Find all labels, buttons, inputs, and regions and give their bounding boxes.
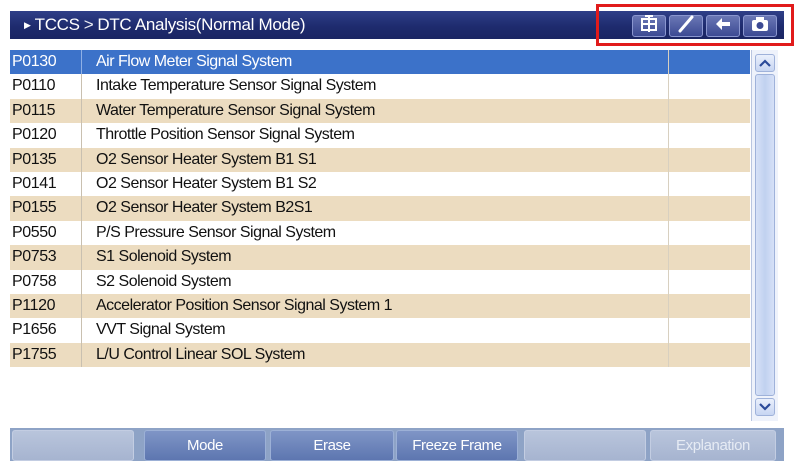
column-divider — [668, 293, 669, 319]
toolbar-highlight-box — [596, 4, 794, 46]
dtc-code: P0141 — [10, 171, 82, 197]
dtc-row[interactable]: P0550 P/S Pressure Sensor Signal System — [10, 220, 750, 246]
function-button-bar: Mode Erase Freeze Frame Explanation — [10, 428, 784, 461]
dtc-code: P0115 — [10, 98, 82, 124]
breadcrumb-separator: > — [83, 15, 94, 34]
scroll-thumb[interactable] — [755, 74, 775, 396]
page-title: DTC Analysis(Normal Mode) — [97, 15, 306, 34]
column-divider — [668, 123, 669, 148]
dtc-code: P0758 — [10, 269, 82, 294]
dtc-code: P0110 — [10, 74, 82, 99]
dtc-row[interactable]: P0115 Water Temperature Sensor Signal Sys… — [10, 98, 750, 124]
dtc-row[interactable]: P1120 Accelerator Position Sensor Signal … — [10, 293, 750, 319]
freeze-frame-button[interactable]: Freeze Frame — [396, 430, 518, 461]
dtc-code: P1755 — [10, 342, 82, 368]
scrollbar[interactable] — [751, 50, 778, 421]
dtc-code: P0130 — [10, 50, 82, 75]
dtc-description: S1 Solenoid System — [96, 248, 232, 266]
dtc-code: P0753 — [10, 245, 82, 270]
column-divider — [668, 342, 669, 368]
breadcrumb-arrow-icon: ▶ — [24, 20, 31, 30]
dtc-code: P0550 — [10, 220, 82, 246]
column-divider — [668, 147, 669, 172]
dtc-code: P1120 — [10, 293, 82, 319]
dtc-description: Water Temperature Sensor Signal System — [96, 101, 375, 119]
dtc-code: P1656 — [10, 318, 82, 343]
column-divider — [668, 269, 669, 294]
scroll-up-button[interactable] — [755, 54, 775, 72]
blank-function-button-2 — [524, 430, 646, 461]
column-divider — [668, 98, 669, 124]
dtc-code: P0135 — [10, 147, 82, 172]
column-divider — [668, 245, 669, 270]
breadcrumb-root[interactable]: TCCS — [35, 15, 80, 34]
dtc-description: O2 Sensor Heater System B2S1 — [96, 199, 313, 217]
breadcrumb: ▶ TCCS > DTC Analysis(Normal Mode) — [24, 11, 306, 39]
dtc-table: P0130 Air Flow Meter Signal System P0110 In… — [10, 50, 750, 368]
dtc-row[interactable]: P1656 VVT Signal System — [10, 318, 750, 343]
column-divider — [668, 318, 669, 343]
column-divider — [668, 171, 669, 197]
erase-button[interactable]: Erase — [270, 430, 394, 461]
dtc-row[interactable]: P0135 O2 Sensor Heater System B1 S1 — [10, 147, 750, 172]
dtc-row[interactable]: P0753 S1 Solenoid System — [10, 245, 750, 270]
dtc-row[interactable]: P1755 L/U Control Linear SOL System — [10, 342, 750, 368]
dtc-row[interactable]: P0141 O2 Sensor Heater System B1 S2 — [10, 171, 750, 197]
dtc-row[interactable]: P0110 Intake Temperature Sensor Signal Sy… — [10, 74, 750, 99]
dtc-description: Accelerator Position Sensor Signal Syste… — [96, 296, 392, 314]
dtc-description: Air Flow Meter Signal System — [96, 53, 292, 70]
column-divider — [668, 196, 669, 221]
dtc-description: S2 Solenoid System — [96, 272, 232, 290]
dtc-description: O2 Sensor Heater System B1 S1 — [96, 150, 317, 168]
chevron-up-icon — [759, 54, 771, 72]
column-divider — [668, 220, 669, 246]
column-divider — [668, 50, 669, 75]
dtc-row[interactable]: P0758 S2 Solenoid System — [10, 269, 750, 294]
column-divider — [668, 74, 669, 99]
dtc-code: P0120 — [10, 123, 82, 148]
dtc-row[interactable]: P0155 O2 Sensor Heater System B2S1 — [10, 196, 750, 221]
explanation-button: Explanation — [650, 430, 776, 461]
dtc-description: P/S Pressure Sensor Signal System — [96, 223, 336, 241]
dtc-row[interactable]: P0120 Throttle Position Sensor Signal Sys… — [10, 123, 750, 148]
dtc-description: Intake Temperature Sensor Signal System — [96, 77, 376, 95]
blank-function-button-1 — [12, 430, 134, 461]
dtc-description: VVT Signal System — [96, 321, 226, 339]
dtc-description: Throttle Position Sensor Signal System — [96, 126, 355, 144]
mode-button[interactable]: Mode — [144, 430, 266, 461]
dtc-code: P0155 — [10, 196, 82, 221]
chevron-down-icon — [759, 398, 771, 416]
dtc-description: O2 Sensor Heater System B1 S2 — [96, 174, 317, 192]
dtc-row[interactable]: P0130 Air Flow Meter Signal System — [10, 50, 750, 75]
scroll-down-button[interactable] — [755, 398, 775, 416]
dtc-description: L/U Control Linear SOL System — [96, 345, 306, 363]
